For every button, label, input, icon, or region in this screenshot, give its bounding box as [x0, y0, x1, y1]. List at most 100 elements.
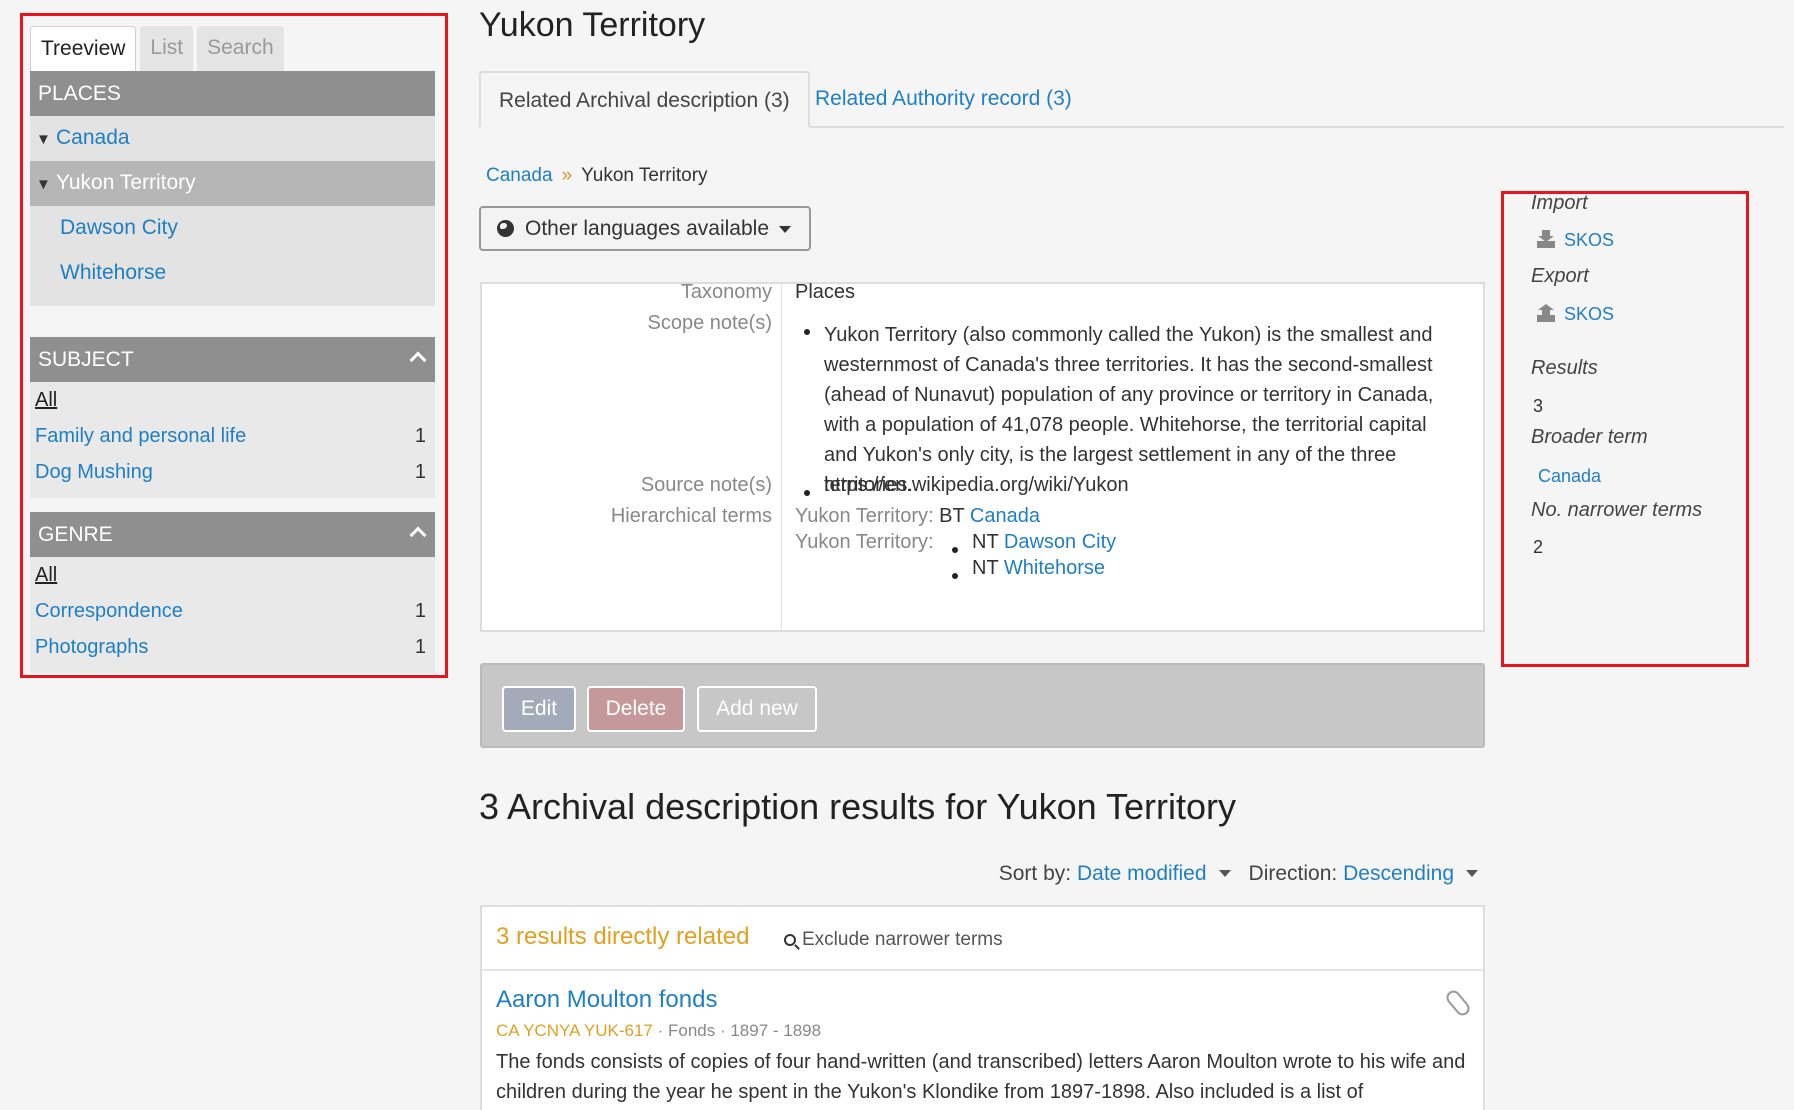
tree-item-whitehorse[interactable]: Whitehorse — [30, 251, 435, 296]
genre-facet-title: GENRE — [38, 523, 113, 546]
tab-search[interactable]: Search — [197, 26, 284, 71]
download-icon — [1537, 230, 1555, 248]
bullet-icon — [804, 329, 810, 335]
broader-term-link[interactable]: Canada — [1538, 466, 1601, 487]
taxonomy-value[interactable]: Places — [795, 281, 855, 304]
breadcrumb-current: Yukon Territory — [581, 165, 708, 186]
expand-triangle-icon[interactable]: ▼ — [36, 163, 56, 207]
paperclip-icon — [1443, 987, 1473, 1019]
results-direct-count: 3 results directly related — [496, 923, 750, 950]
nt-link-dawson-city[interactable]: Dawson City — [1004, 531, 1116, 553]
related-tabs: Related Archival description (3) Related… — [479, 71, 1784, 128]
term-details: Taxonomy Places Scope note(s) Yukon Terr… — [480, 281, 1485, 632]
actions-bar: Edit Delete Add new — [480, 663, 1485, 748]
direction-dropdown[interactable]: Descending — [1343, 862, 1454, 885]
exclude-narrower-link[interactable]: Exclude narrower terms — [784, 929, 1003, 951]
results-header: 3 results directly related Exclude narro… — [482, 907, 1483, 971]
sort-by-dropdown[interactable]: Date modified — [1077, 862, 1207, 885]
nt-code: NT — [972, 557, 999, 579]
facet-item[interactable]: Photographs 1 — [35, 629, 429, 665]
tree-item-label[interactable]: Canada — [56, 126, 130, 149]
facet-item-count: 1 — [414, 425, 426, 447]
other-languages-dropdown[interactable]: Other languages available — [479, 206, 811, 251]
result-title-link[interactable]: Aaron Moulton fonds — [496, 986, 717, 1014]
facet-item[interactable]: Dog Mushing 1 — [35, 454, 429, 490]
facet-all-link[interactable]: All — [35, 557, 57, 593]
bt-link[interactable]: Canada — [970, 505, 1040, 527]
taxonomy-label: Taxonomy — [680, 281, 772, 303]
bullet-icon — [804, 490, 810, 496]
other-languages-label: Other languages available — [525, 217, 770, 240]
subject-facet-title: SUBJECT — [38, 348, 134, 371]
context-menu: Import SKOS Export SKOS Results 3 Broade… — [1501, 191, 1749, 667]
facet-all-link[interactable]: All — [35, 382, 57, 418]
bt-prefix: Yukon Territory: — [795, 505, 934, 527]
add-new-button[interactable]: Add new — [697, 686, 817, 732]
result-description: The fonds consists of copies of four han… — [496, 1051, 1466, 1103]
tree-item-canada[interactable]: ▼ Canada — [30, 116, 435, 161]
tab-treeview[interactable]: Treeview — [30, 26, 137, 71]
nt-link-whitehorse[interactable]: Whitehorse — [1004, 557, 1105, 579]
genre-facet: All Correspondence 1 Photographs 1 — [30, 557, 435, 673]
hierarchical-terms-label: Hierarchical terms — [610, 505, 772, 527]
facet-item-label[interactable]: Correspondence — [35, 593, 183, 629]
sort-bar: Sort by: Date modified Direction: Descend… — [999, 862, 1478, 886]
bt-code: BT — [939, 505, 965, 527]
results-panel: 3 results directly related Exclude narro… — [480, 905, 1485, 1110]
results-count: 3 — [1533, 396, 1544, 416]
narrower-term-row: NT Dawson City — [972, 531, 1116, 554]
tree-item-yukon-territory[interactable]: ▼ Yukon Territory — [30, 161, 435, 206]
facet-item[interactable]: Correspondence 1 — [35, 593, 429, 629]
dropdown-caret-icon — [779, 226, 791, 233]
tab-related-authority[interactable]: Related Authority record (3) — [797, 71, 1090, 128]
tree-item-dawson-city[interactable]: Dawson City — [30, 206, 435, 251]
exclude-narrower-label[interactable]: Exclude narrower terms — [802, 929, 1003, 950]
breadcrumb: Canada » Yukon Territory — [486, 165, 708, 187]
import-heading: Import — [1531, 192, 1588, 214]
facet-item[interactable]: Family and personal life 1 — [35, 418, 429, 454]
direction-label: Direction: — [1248, 862, 1338, 885]
collapse-chevron-icon[interactable] — [409, 351, 427, 369]
globe-icon — [497, 220, 514, 237]
source-note-label: Source note(s) — [640, 474, 772, 496]
search-icon — [784, 934, 796, 946]
tab-related-archival[interactable]: Related Archival description (3) — [479, 71, 810, 128]
import-skos-link[interactable]: SKOS — [1564, 230, 1614, 251]
sidebar-tabs: Treeview List Search — [30, 26, 435, 71]
broader-term-heading: Broader term — [1531, 426, 1648, 448]
tree-item-label[interactable]: Whitehorse — [60, 261, 166, 284]
edit-button[interactable]: Edit — [502, 686, 576, 732]
nt-code: NT — [972, 531, 999, 553]
genre-facet-header[interactable]: GENRE — [30, 512, 435, 557]
left-sidebar: Treeview List Search PLACES ▼ Canada ▼ Yuk… — [20, 13, 448, 678]
collapse-chevron-icon[interactable] — [409, 526, 427, 544]
narrower-term-row: NT Whitehorse — [972, 557, 1105, 580]
export-heading: Export — [1531, 265, 1589, 287]
result-level: Fonds — [667, 1021, 716, 1040]
broader-term-row: Yukon Territory: BT Canada — [795, 505, 1040, 528]
tab-list[interactable]: List — [140, 26, 194, 71]
result-meta: CA YCNYA YUK-617 · Fonds · 1897 - 1898 — [496, 1021, 822, 1040]
delete-button[interactable]: Delete — [587, 686, 685, 732]
facet-item-label[interactable]: Family and personal life — [35, 418, 246, 454]
narrower-terms-heading: No. narrower terms — [1531, 499, 1703, 521]
result-dates: 1897 - 1898 — [730, 1021, 822, 1040]
facet-item-count: 1 — [414, 600, 426, 622]
export-skos-link[interactable]: SKOS — [1564, 304, 1614, 325]
result-reference-code: CA YCNYA YUK-617 — [496, 1021, 653, 1040]
facet-item-label[interactable]: Dog Mushing — [35, 454, 153, 490]
source-note-link[interactable]: https://en.wikipedia.org/wiki/Yukon — [824, 474, 1129, 497]
tree-item-label[interactable]: Dawson City — [60, 216, 178, 239]
places-header: PLACES — [30, 71, 435, 116]
breadcrumb-parent[interactable]: Canada — [486, 165, 553, 186]
dropdown-caret-icon[interactable] — [1466, 870, 1478, 877]
expand-triangle-icon[interactable]: ▼ — [36, 118, 56, 162]
subject-facet-header[interactable]: SUBJECT — [30, 337, 435, 382]
tree-item-label[interactable]: Yukon Territory — [56, 171, 196, 194]
subject-facet: All Family and personal life 1 Dog Mushi… — [30, 382, 435, 498]
facet-item-label[interactable]: Photographs — [35, 629, 148, 665]
narrower-terms-count: 2 — [1533, 537, 1544, 557]
scope-note-text: Yukon Territory (also commonly called th… — [824, 324, 1434, 496]
dropdown-caret-icon[interactable] — [1218, 870, 1231, 877]
upload-icon — [1537, 304, 1555, 322]
